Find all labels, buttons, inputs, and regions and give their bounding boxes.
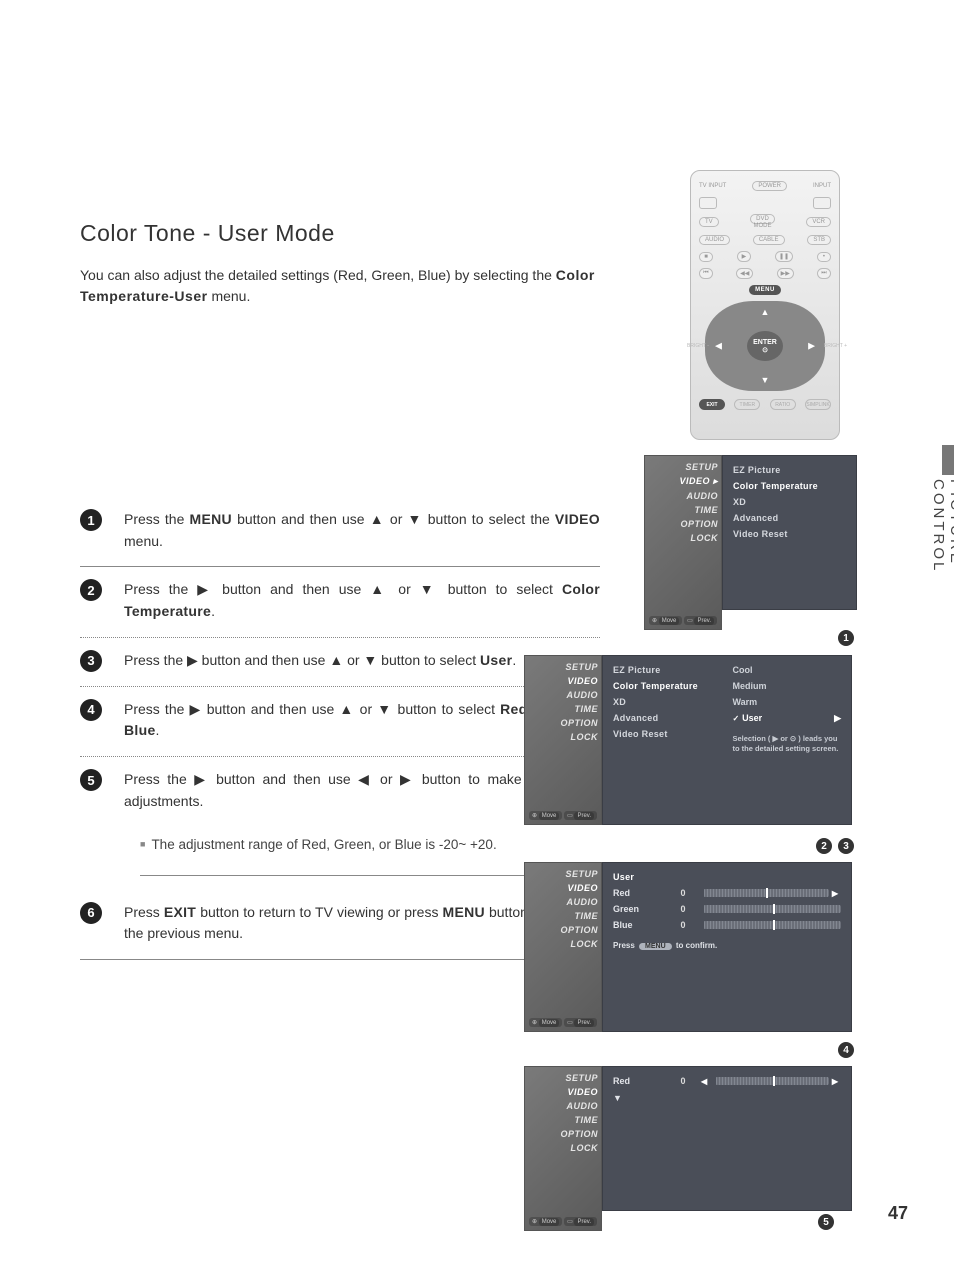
step-1: 1 Press the MENU button and then use ▲ o…: [80, 497, 600, 567]
red-slider: [704, 889, 829, 897]
green-slider: [704, 905, 841, 913]
enter-button: ENTER ⊙: [747, 331, 783, 361]
step-4: 4 Press the ▶ button and then use ▲ or ▼…: [80, 687, 600, 757]
power-button: POWER: [752, 181, 787, 191]
red-adjust-slider: [716, 1077, 829, 1085]
down-arrow-icon: ▼: [761, 375, 770, 385]
section-tab-label: PICTURE CONTROL: [930, 479, 954, 659]
up-arrow-icon: ▲: [761, 307, 770, 317]
exit-button: EXIT: [699, 399, 725, 410]
page-number: 47: [888, 1203, 908, 1224]
left-arrow-icon: ◀: [715, 341, 722, 352]
remote-graphic: TV INPUT POWER INPUT TV DVD MODE VCR AUD…: [690, 170, 840, 440]
ref-badge-2-3: 23: [816, 838, 854, 854]
dpad: BRIGHT - BRIGHT + ▲ ▼ ◀ ▶ ENTER ⊙: [705, 301, 825, 391]
ref-badge-1: 1: [838, 630, 854, 646]
menu-button: MENU: [749, 285, 781, 295]
ref-badge-5: 5: [818, 1214, 834, 1230]
section-tab-bar: [942, 445, 954, 475]
blue-slider: [704, 921, 841, 929]
adjustment-note: ■The adjustment range of Red, Green, or …: [140, 835, 590, 876]
steps-list: 1 Press the MENU button and then use ▲ o…: [80, 497, 600, 960]
intro-text: You can also adjust the detailed setting…: [80, 265, 600, 307]
right-arrow-icon: ▶: [808, 341, 815, 352]
section-tab: PICTURE CONTROL: [924, 445, 954, 625]
step-3: 3 Press the ▶ button and then use ▲ or ▼…: [80, 638, 600, 687]
step-6: 6 Press EXIT button to return to TV view…: [80, 890, 600, 960]
osd-screenshot-1: SETUP VIDEO ▸ AUDIO TIME OPTION LOCK ⊕ M…: [644, 455, 857, 630]
check-icon: ✓: [732, 714, 739, 723]
step-2: 2 Press the ▶ button and then use ▲ or ▼…: [80, 567, 600, 637]
osd-screenshot-2: SETUP VIDEO AUDIO TIME OPTION LOCK ⊕ Mov…: [524, 655, 852, 825]
ref-badge-4: 4: [838, 1042, 854, 1058]
osd-screenshot-3: SETUP VIDEO AUDIO TIME OPTION LOCK ⊕ Mov…: [524, 862, 852, 1032]
step-5: 5 Press the ▶ button and then use ◀ or ▶…: [80, 757, 600, 826]
osd-screenshot-4: SETUP VIDEO AUDIO TIME OPTION LOCK ⊕ Mov…: [524, 1066, 852, 1231]
